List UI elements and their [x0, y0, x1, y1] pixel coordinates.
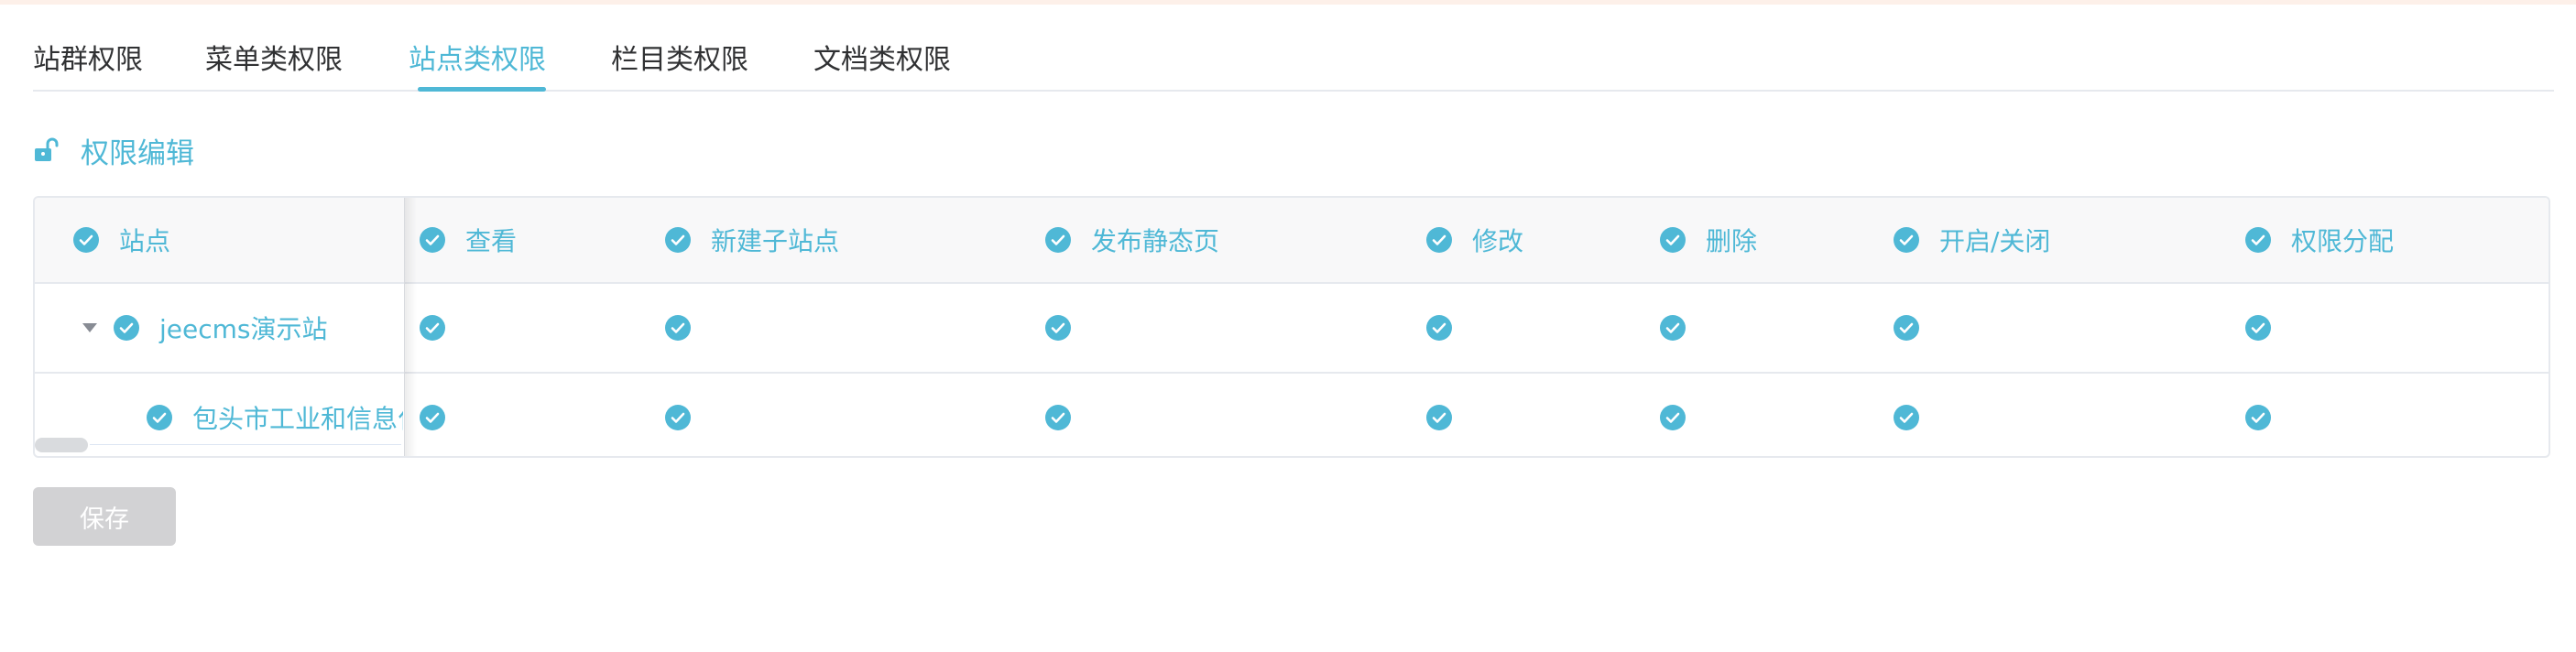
check-circle-icon[interactable] [665, 227, 691, 253]
tab-site-group-permission[interactable]: 站群权限 [33, 37, 143, 77]
horizontal-scrollbar[interactable] [35, 434, 404, 456]
check-circle-icon[interactable] [2245, 405, 2271, 430]
publish-static-cell [1045, 374, 1071, 456]
top-notice-strip [0, 0, 2576, 5]
header-cell-toggle: 开启/关闭 [1894, 198, 2050, 282]
check-circle-icon[interactable] [147, 405, 172, 430]
header-cell-create-subsite: 新建子站点 [665, 198, 839, 282]
check-circle-icon[interactable] [665, 315, 691, 341]
header-cell-assign-permission: 权限分配 [2245, 198, 2394, 282]
header-cell-delete: 删除 [1660, 198, 1757, 282]
header-cell-view: 查看 [420, 198, 517, 282]
site-cell: jeecms演示站 [82, 284, 328, 372]
section-header: 权限编辑 [33, 132, 194, 170]
permission-table: 站点 查看 新建子站点 发布静态页 修改 删除 开启/关闭 权限分配 jeecm… [33, 196, 2550, 458]
check-circle-icon[interactable] [1660, 405, 1686, 430]
column-header-label: 开启/关闭 [1939, 226, 2051, 256]
site-name: 包头市工业和信息化局 [192, 404, 403, 434]
check-circle-icon[interactable] [1426, 405, 1452, 430]
active-tab-indicator [418, 87, 546, 92]
section-title: 权限编辑 [81, 136, 194, 170]
view-cell [420, 284, 445, 372]
check-circle-icon[interactable] [420, 315, 445, 341]
fixed-column-divider [404, 198, 405, 456]
delete-cell [1660, 284, 1686, 372]
check-circle-icon[interactable] [2245, 227, 2271, 253]
column-header-label: 权限分配 [2291, 226, 2395, 256]
check-circle-icon[interactable] [73, 227, 99, 253]
check-circle-icon[interactable] [1660, 227, 1686, 253]
column-header-label: 查看 [465, 226, 518, 256]
toggle-cell [1894, 374, 1919, 456]
table-row: jeecms演示站 [35, 284, 2549, 374]
publish-static-cell [1045, 284, 1071, 372]
edit-cell [1426, 374, 1452, 456]
check-circle-icon[interactable] [1894, 315, 1919, 341]
permission-tabs: 站群权限 菜单类权限 站点类权限 栏目类权限 文档类权限 [33, 29, 2554, 92]
check-circle-icon[interactable] [2245, 315, 2271, 341]
check-circle-icon[interactable] [665, 405, 691, 430]
site-name: jeecms演示站 [159, 314, 328, 344]
unlock-icon [35, 137, 59, 161]
scrollbar-thumb[interactable] [35, 438, 88, 452]
check-circle-icon[interactable] [1660, 315, 1686, 341]
toggle-cell [1894, 284, 1919, 372]
table-row: 包头市工业和信息化局 [35, 374, 2549, 456]
column-header-label: 发布静态页 [1091, 226, 1220, 256]
header-cell-site: 站点 [73, 198, 170, 282]
view-cell [420, 374, 445, 456]
check-circle-icon[interactable] [420, 227, 445, 253]
header-cell-publish-static: 发布静态页 [1045, 198, 1219, 282]
tab-site-permission[interactable]: 站点类权限 [409, 37, 546, 77]
column-header-label: 修改 [1472, 226, 1524, 256]
tab-column-permission[interactable]: 栏目类权限 [611, 37, 748, 77]
check-circle-icon[interactable] [114, 315, 139, 341]
check-circle-icon[interactable] [1894, 227, 1919, 253]
edit-cell [1426, 284, 1452, 372]
check-circle-icon[interactable] [1426, 227, 1452, 253]
check-circle-icon[interactable] [420, 405, 445, 430]
expand-caret-icon[interactable] [82, 323, 97, 332]
check-circle-icon[interactable] [1426, 315, 1452, 341]
check-circle-icon[interactable] [1045, 405, 1071, 430]
scrollbar-track [90, 444, 401, 445]
save-button[interactable]: 保存 [33, 487, 176, 546]
header-cell-edit: 修改 [1426, 198, 1523, 282]
column-header-label: 删除 [1706, 226, 1758, 256]
column-header-label: 站点 [119, 226, 171, 256]
tab-menu-permission[interactable]: 菜单类权限 [205, 37, 343, 77]
assign-permission-cell [2245, 284, 2271, 372]
create-subsite-cell [665, 284, 691, 372]
assign-permission-cell [2245, 374, 2271, 456]
check-circle-icon[interactable] [1045, 315, 1071, 341]
column-header-label: 新建子站点 [711, 226, 840, 256]
delete-cell [1660, 374, 1686, 456]
check-circle-icon[interactable] [1045, 227, 1071, 253]
create-subsite-cell [665, 374, 691, 456]
check-circle-icon[interactable] [1894, 405, 1919, 430]
tab-document-permission[interactable]: 文档类权限 [813, 37, 951, 77]
table-header: 站点 查看 新建子站点 发布静态页 修改 删除 开启/关闭 权限分配 [35, 198, 2549, 284]
